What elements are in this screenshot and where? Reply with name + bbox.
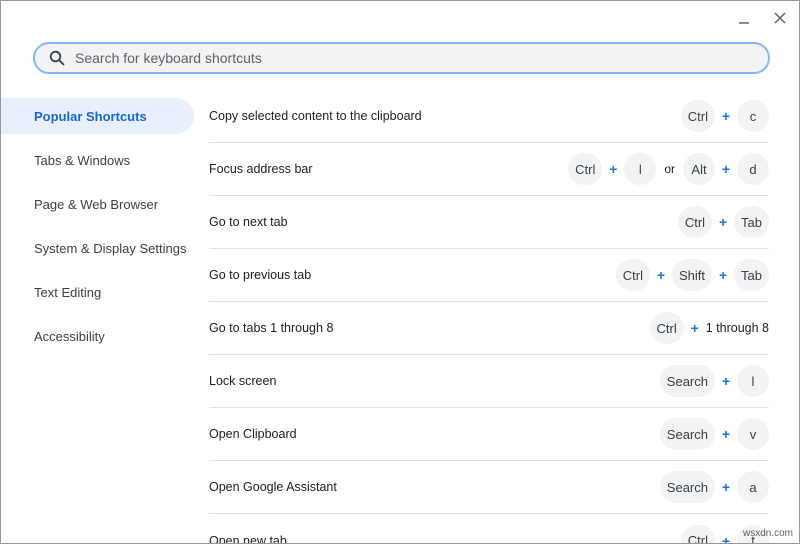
plus-sign: + [721,161,731,177]
watermark-text: wsxdn.com [742,528,793,539]
shortcut-row[interactable]: Open new tab Ctrl + t [209,514,769,544]
shortcut-row[interactable]: Focus address bar Ctrl + l or Alt + d [209,143,769,196]
shortcut-row[interactable]: Go to previous tab Ctrl + Shift + Tab [209,249,769,302]
key-cap: Shift [672,259,713,291]
minimize-icon [739,22,749,24]
key-cap: v [737,418,769,450]
close-icon [774,12,786,24]
key-combo: Search + a [659,471,769,503]
key-cap: d [737,153,769,185]
key-cap: Ctrl [680,524,715,543]
key-cap: Tab [734,259,769,291]
shortcut-row[interactable]: Go to next tab Ctrl + Tab [209,196,769,249]
shortcut-description: Lock screen [209,374,277,388]
plus-sign: + [721,426,731,442]
sidebar-item-label: Text Editing [34,284,102,300]
sidebar-item-page-web-browser[interactable]: Page & Web Browser [1,186,194,222]
key-combo: Search + v [659,418,769,450]
key-cap: Search [659,471,715,503]
sidebar-item-text-editing[interactable]: Text Editing [1,274,194,310]
search-icon [49,50,65,66]
shortcut-row[interactable]: Lock screen Search + l [209,355,769,408]
sidebar-item-tabs-windows[interactable]: Tabs & Windows [1,142,194,178]
key-cap: Ctrl [649,312,684,344]
sidebar-item-label: Popular Shortcuts [34,108,147,124]
key-cap: Ctrl [677,206,713,238]
minimize-button[interactable] [735,9,753,27]
key-cap: Ctrl [568,153,603,185]
search-input[interactable] [75,44,768,72]
key-cap: l [624,153,657,185]
shortcut-description: Go to tabs 1 through 8 [209,321,334,335]
shortcuts-window: Popular Shortcuts Tabs & Windows Page & … [0,0,800,544]
shortcut-description: Open new tab [209,533,287,544]
plus-sign: + [609,161,618,177]
plus-sign: + [721,532,731,544]
shortcut-row[interactable]: Open Clipboard Search + v [209,408,769,461]
plus-sign: + [721,373,731,389]
shortcut-description: Open Clipboard [209,427,297,441]
plus-sign: + [718,267,728,283]
key-cap: Search [659,365,715,397]
close-button[interactable] [771,9,789,27]
sidebar-item-label: Page & Web Browser [34,196,159,212]
sidebar-item-label: Accessibility [34,328,105,344]
plus-sign: + [721,108,731,124]
sidebar-item-label: Tabs & Windows [34,152,131,168]
key-cap: c [737,100,769,132]
plus-sign: + [690,320,699,336]
sidebar-item-label: System & Display Settings [34,240,187,256]
key-cap: Ctrl [680,100,715,132]
window-controls [735,9,789,27]
category-sidebar: Popular Shortcuts Tabs & Windows Page & … [1,98,194,362]
key-cap: a [737,471,769,503]
shortcut-row[interactable]: Copy selected content to the clipboard C… [209,90,769,143]
key-cap: Ctrl [615,259,651,291]
sidebar-item-accessibility[interactable]: Accessibility [1,318,194,354]
plus-sign: + [656,267,666,283]
plus-sign: + [718,214,728,230]
key-range-text: 1 through 8 [705,321,769,335]
shortcut-row[interactable]: Open Google Assistant Search + a [209,461,769,514]
sidebar-item-popular-shortcuts[interactable]: Popular Shortcuts [1,98,194,134]
key-cap: Tab [734,206,769,238]
key-combo: Ctrl + l or Alt + d [568,153,769,185]
key-cap: l [737,365,769,397]
key-combo: Ctrl + Tab [677,206,769,238]
search-box[interactable] [33,42,770,74]
key-combo: Ctrl + c [680,100,769,132]
shortcut-description: Go to previous tab [209,268,312,282]
shortcut-list: Copy selected content to the clipboard C… [209,90,769,544]
or-separator: or [664,162,675,176]
key-combo: Search + l [659,365,769,397]
key-combo: Ctrl + Shift + Tab [615,259,769,291]
key-cap: Alt [683,153,715,185]
shortcut-row[interactable]: Go to tabs 1 through 8 Ctrl + 1 through … [209,302,769,355]
shortcut-description: Focus address bar [209,162,313,176]
key-cap: Search [659,418,715,450]
shortcut-description: Open Google Assistant [209,480,337,494]
shortcut-description: Go to next tab [209,215,288,229]
key-combo: Ctrl + 1 through 8 [649,312,769,344]
sidebar-item-system-display[interactable]: System & Display Settings [1,230,194,266]
plus-sign: + [721,479,731,495]
shortcut-description: Copy selected content to the clipboard [209,109,422,123]
